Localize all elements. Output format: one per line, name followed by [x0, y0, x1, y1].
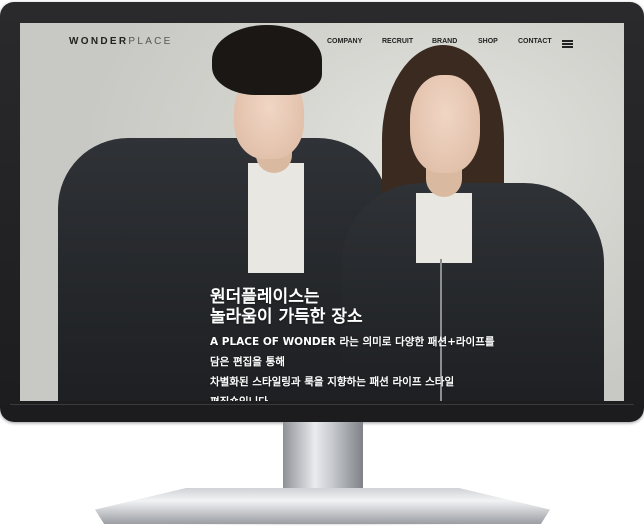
hamburger-icon[interactable] [562, 40, 573, 48]
hero-desc-line-3: 차별화된 스타일링과 룩을 지향하는 패션 라이프 스타일 [210, 376, 455, 388]
hero-desc-line-2: 담은 편집을 통해 [210, 356, 285, 368]
nav-brand[interactable]: BRAND [432, 38, 457, 45]
monitor-stand-base [95, 488, 550, 524]
nav-company[interactable]: COMPANY [327, 38, 362, 45]
hero-description: A PLACE OF WONDER 라는 의미로 다양한 패션+라이프를 담은 … [210, 332, 495, 401]
logo-secondary-text: PLACE [128, 36, 173, 47]
monitor-stand-neck [283, 422, 363, 494]
nav-shop[interactable]: SHOP [478, 38, 498, 45]
hero-desc-line-4: 편집숍입니다. [210, 392, 495, 401]
hero-section: 원더플레이스는 놀라움이 가득한 장소 A PLACE OF WONDER 라는… [210, 287, 495, 401]
monitor-frame: WONDERPLACE COMPANY RECRUIT BRAND SHOP C… [0, 2, 644, 422]
monitor-screen: WONDERPLACE COMPANY RECRUIT BRAND SHOP C… [20, 23, 624, 401]
site-logo[interactable]: WONDERPLACE [69, 36, 173, 47]
monitor-chin-divider [10, 404, 634, 405]
hero-title-line-2: 놀라움이 가득한 장소 [210, 307, 363, 327]
nav-recruit[interactable]: RECRUIT [382, 38, 413, 45]
hero-title: 원더플레이스는 놀라움이 가득한 장소 [210, 287, 495, 327]
nav-contact[interactable]: CONTACT [518, 38, 552, 45]
hero-desc-line-1: A PLACE OF WONDER 라는 의미로 다양한 패션+라이프를 [210, 336, 495, 348]
logo-primary-text: WONDER [69, 36, 129, 47]
site-header: WONDERPLACE COMPANY RECRUIT BRAND SHOP C… [20, 23, 624, 65]
hero-title-line-1: 원더플레이스는 [210, 287, 320, 307]
